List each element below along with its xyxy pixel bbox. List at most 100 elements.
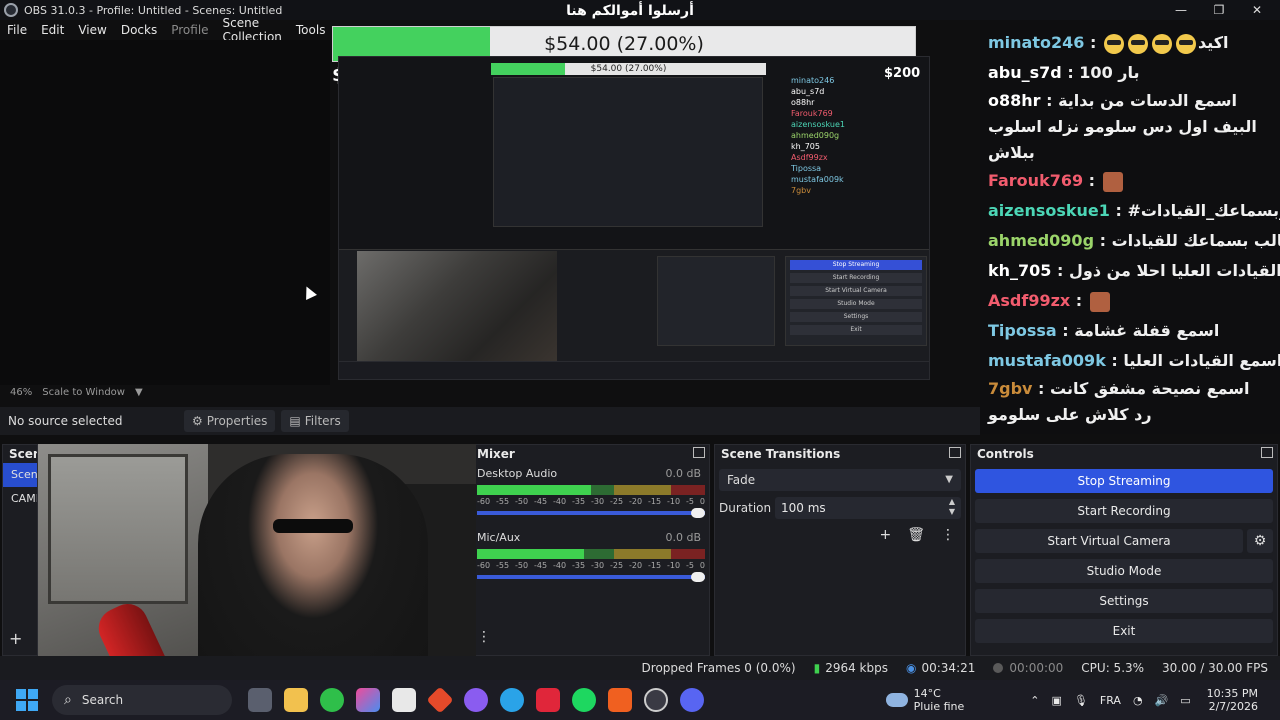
app-red-icon[interactable] <box>536 688 560 712</box>
add-icon[interactable]: + <box>879 527 891 543</box>
scenes-list: Scene CAMERA <box>3 463 37 511</box>
app-diamond-icon[interactable] <box>426 686 454 714</box>
properties-button[interactable]: ⚙ Properties <box>184 410 276 432</box>
minimize-button[interactable]: — <box>1166 2 1196 18</box>
volume-icon[interactable]: 🔊 <box>1155 694 1169 707</box>
menu-view[interactable]: View <box>71 23 113 37</box>
mini-chat-username: kh_705 <box>791 142 820 151</box>
settings-button[interactable]: Settings <box>975 589 1273 613</box>
spin-arrows-icon[interactable]: ▲ ▼ <box>949 497 955 517</box>
more-icon[interactable]: ⋮ <box>941 527 955 543</box>
meter-tick-label: -55 <box>496 561 510 570</box>
volume-slider[interactable] <box>477 508 705 518</box>
meter-tick-label: -35 <box>572 497 586 506</box>
xbox-icon[interactable] <box>320 688 344 712</box>
volume-meter-fill <box>477 549 585 559</box>
tray-app-icon[interactable]: ▣ <box>1052 694 1062 707</box>
chat-username: mustafa009k <box>988 351 1106 370</box>
zoom-mode-select[interactable]: Scale to Window <box>42 387 125 398</box>
emote-icon <box>1102 171 1123 192</box>
chat-app-icon[interactable] <box>464 688 488 712</box>
chat-message: aizensoskue1 : #تطالب_بسماعك_القيادات <box>988 196 1280 226</box>
clock[interactable]: 10:35 PM 2/7/2026 <box>1207 687 1258 713</box>
battery-icon[interactable]: ▭ <box>1180 694 1190 707</box>
menu-tools[interactable]: Tools <box>289 23 333 37</box>
meter-tick-label: -60 <box>477 561 491 570</box>
mini-start-virtual-camera: Start Virtual Camera <box>790 286 922 296</box>
mini-controls: Stop Streaming Start Recording Start Vir… <box>785 256 927 346</box>
wifi-icon[interactable]: ◔ <box>1133 694 1143 707</box>
menu-profile[interactable]: Profile <box>164 23 215 37</box>
chat-message: Asdf99zx : <box>988 286 1270 316</box>
chat-message: 7gbv : اسمع نصيحة مشفق كانت رد كلاش على … <box>988 376 1270 428</box>
chat-username: Farouk769 <box>988 171 1084 190</box>
mini-chat: minato246 abu_s7d o88hr Farouk769 aizensosku… <box>791 75 929 250</box>
volume-slider-knob[interactable] <box>691 508 705 518</box>
mini-goal-bar: $54.00 (27.00%) <box>491 63 766 75</box>
windows-start-icon[interactable] <box>16 689 38 711</box>
add-scene-icon[interactable]: + <box>9 629 22 648</box>
scene-item[interactable]: Scene <box>3 463 37 487</box>
mini-chat-line: ahmed090g <box>791 130 929 141</box>
maximize-button[interactable]: ❐ <box>1204 2 1234 18</box>
language-indicator[interactable]: FRA <box>1100 694 1121 707</box>
microsoft-store-icon[interactable] <box>392 688 416 712</box>
filter-icon: ▤ <box>289 414 301 428</box>
chat-message: o88hr : اسمع الدسات من بداية البيف اول د… <box>988 88 1270 166</box>
studio-mode-button[interactable]: Studio Mode <box>975 559 1273 583</box>
webcam-window <box>48 454 188 604</box>
edge-icon[interactable] <box>500 688 524 712</box>
menu-bar: File Edit View Docks Profile Scene Colle… <box>0 16 333 44</box>
mixer-track-name: Desktop Audio <box>477 467 558 480</box>
search-icon: ⌕ <box>64 692 72 708</box>
window-title: OBS 31.0.3 - Profile: Untitled - Scenes:… <box>24 3 283 17</box>
spotify-icon[interactable] <box>572 688 596 712</box>
clock-date: 2/7/2026 <box>1208 700 1258 713</box>
gear-icon[interactable]: ⚙ <box>1247 529 1273 553</box>
stream-time: ◉ 00:34:21 <box>906 661 975 675</box>
volume-slider-knob[interactable] <box>691 572 705 582</box>
mini-chat-username: 7gbv <box>791 186 811 195</box>
chevron-down-icon: ▼ <box>945 474 953 485</box>
menu-edit[interactable]: Edit <box>34 23 71 37</box>
meter-tick-label: -45 <box>534 561 548 570</box>
start-recording-button[interactable]: Start Recording <box>975 499 1273 523</box>
trash-icon[interactable]: 🗑 <box>907 527 925 543</box>
filters-button[interactable]: ▤ Filters <box>281 410 349 432</box>
duration-row: Duration 100 ms ▲ ▼ <box>719 497 961 519</box>
exit-button[interactable]: Exit <box>975 619 1273 643</box>
float-dock-icon[interactable] <box>949 447 961 458</box>
weather-widget[interactable]: 14°C Pluie fine <box>885 687 964 713</box>
task-view-icon[interactable] <box>248 688 272 712</box>
taskbar-search[interactable]: ⌕ Search <box>52 685 232 715</box>
microphone-icon[interactable]: 🎙 <box>1074 694 1088 707</box>
copilot-icon[interactable] <box>356 688 380 712</box>
file-explorer-icon[interactable] <box>284 688 308 712</box>
brave-icon[interactable] <box>608 688 632 712</box>
chat-username: abu_s7d <box>988 63 1062 82</box>
scene-item[interactable]: CAMERA <box>3 487 37 511</box>
obs-icon[interactable] <box>644 688 668 712</box>
duration-input[interactable]: 100 ms ▲ ▼ <box>775 497 961 519</box>
close-button[interactable]: ✕ <box>1242 2 1272 18</box>
mixer-menu-icon[interactable]: ⋮ <box>477 629 491 645</box>
stream-time-value: 00:34:21 <box>921 661 976 675</box>
start-virtual-camera-button[interactable]: Start Virtual Camera <box>975 529 1243 553</box>
chat-username: ahmed090g <box>988 231 1095 250</box>
menu-file[interactable]: File <box>0 23 34 37</box>
stop-streaming-button[interactable]: Stop Streaming <box>975 469 1273 493</box>
mixer-track-label: Mic/Aux 0.0 dB <box>477 527 709 545</box>
chevron-up-icon[interactable]: ⌃ <box>1030 694 1039 707</box>
discord-icon[interactable] <box>680 688 704 712</box>
meter-tick-label: -40 <box>553 561 567 570</box>
float-dock-icon[interactable] <box>1261 447 1273 458</box>
menu-docks[interactable]: Docks <box>114 23 164 37</box>
mini-transitions <box>657 256 775 346</box>
transition-select[interactable]: Fade ▼ <box>719 469 961 491</box>
chevron-down-icon[interactable]: ▼ <box>135 387 143 398</box>
preview-canvas[interactable] <box>0 40 330 385</box>
properties-label: Properties <box>206 414 268 428</box>
duration-value: 100 ms <box>781 501 826 515</box>
volume-slider[interactable] <box>477 572 705 582</box>
float-dock-icon[interactable] <box>693 447 705 458</box>
